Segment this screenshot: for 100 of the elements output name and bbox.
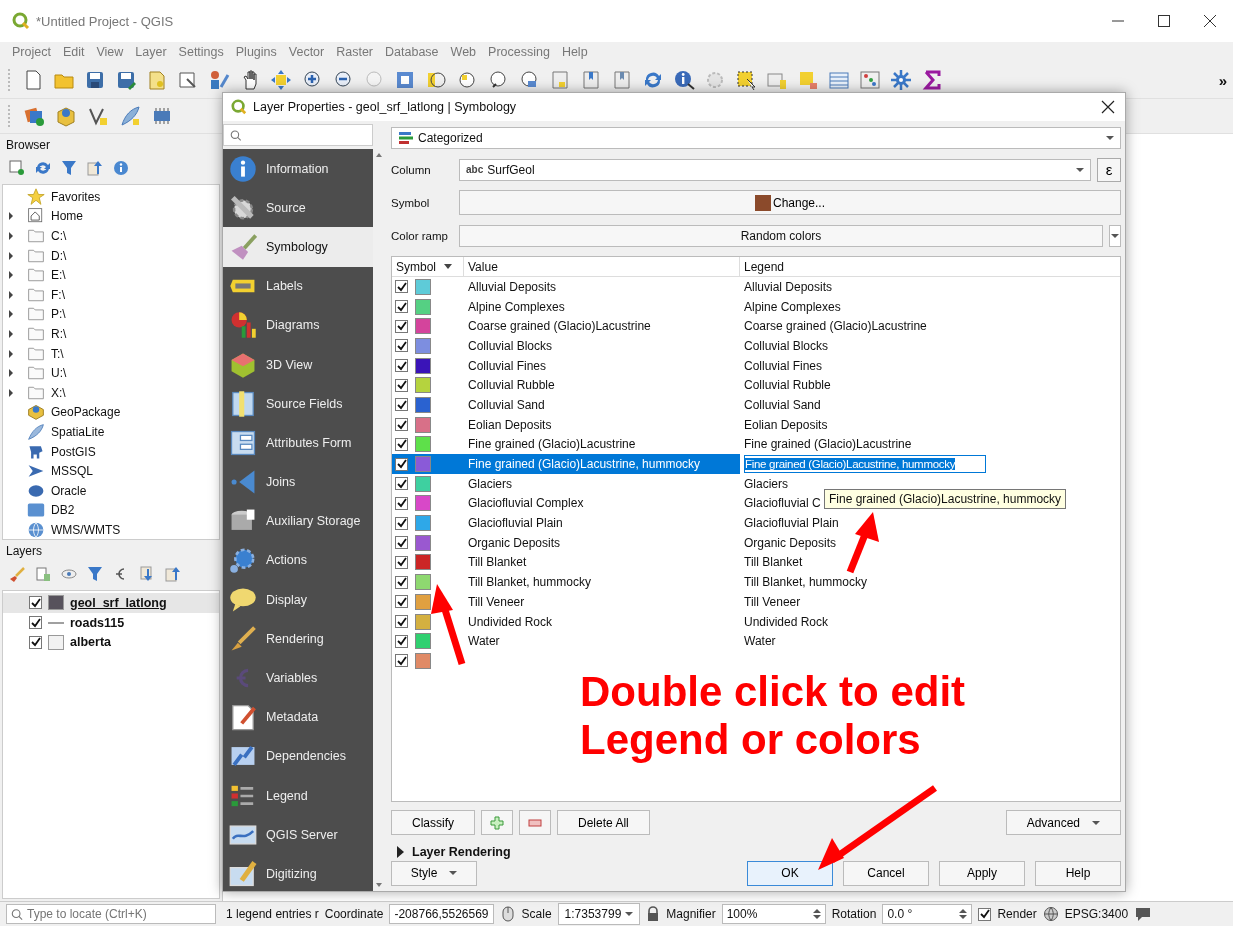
zoom-selection-icon[interactable] bbox=[456, 69, 478, 91]
zoom-full-icon[interactable] bbox=[394, 69, 416, 91]
category-checkbox[interactable] bbox=[395, 496, 408, 510]
coordinate-field[interactable]: -208766,5526569 bbox=[389, 904, 494, 924]
toolbar-overflow-button[interactable]: » bbox=[1218, 71, 1227, 89]
style-button[interactable]: Style bbox=[391, 860, 477, 886]
sidebar-item[interactable]: Diagrams bbox=[223, 305, 373, 345]
sidebar-item[interactable]: Labels bbox=[223, 266, 373, 306]
sidebar-item[interactable]: Attributes Form bbox=[223, 423, 373, 463]
refresh-icon[interactable] bbox=[34, 159, 52, 177]
symbol-change-button[interactable]: Change... bbox=[459, 190, 1121, 215]
expand-arrow-icon[interactable] bbox=[9, 271, 13, 280]
browser-item[interactable]: GeoPackage bbox=[51, 405, 121, 420]
expand-arrow-icon[interactable] bbox=[9, 369, 13, 378]
category-checkbox[interactable] bbox=[395, 615, 408, 629]
symbol-swatch[interactable] bbox=[415, 633, 431, 650]
symbol-swatch[interactable] bbox=[415, 416, 431, 433]
symbol-swatch[interactable] bbox=[415, 534, 431, 551]
browser-item[interactable]: Oracle bbox=[51, 483, 87, 498]
sidebar-item[interactable]: Legend bbox=[223, 776, 373, 816]
filter-icon[interactable] bbox=[86, 565, 104, 583]
category-checkbox[interactable] bbox=[395, 555, 408, 569]
browser-item[interactable]: P:\ bbox=[51, 307, 66, 322]
legend-input-field[interactable]: Fine grained (Glacio)Lacustrine, hummocky bbox=[744, 455, 987, 474]
expand-arrow-icon[interactable] bbox=[9, 290, 13, 299]
identify-icon[interactable] bbox=[673, 69, 695, 91]
category-checkbox[interactable] bbox=[395, 280, 408, 294]
symbol-swatch[interactable] bbox=[415, 593, 431, 610]
save-as-icon[interactable] bbox=[115, 69, 137, 91]
symbol-swatch[interactable] bbox=[415, 613, 431, 630]
browser-item[interactable]: F:\ bbox=[51, 287, 65, 302]
sidebar-item[interactable]: Display bbox=[223, 580, 373, 620]
category-checkbox[interactable] bbox=[395, 437, 408, 451]
locate-search-field[interactable]: Type to locate (Ctrl+K) bbox=[6, 904, 216, 924]
browser-item[interactable]: Home bbox=[51, 209, 83, 224]
sidebar-item[interactable]: Information bbox=[223, 149, 373, 189]
symbol-swatch[interactable] bbox=[415, 436, 431, 453]
remove-category-button[interactable] bbox=[519, 810, 551, 835]
menu-item[interactable]: Plugins bbox=[235, 45, 277, 59]
info-icon[interactable] bbox=[112, 159, 130, 177]
browser-item[interactable]: E:\ bbox=[51, 268, 66, 283]
category-checkbox[interactable] bbox=[395, 457, 408, 471]
chip-icon[interactable] bbox=[151, 105, 173, 127]
dialog-button[interactable]: OK bbox=[747, 860, 833, 886]
globe-icon[interactable] bbox=[1042, 906, 1059, 922]
attribute-table-icon[interactable] bbox=[828, 69, 850, 91]
message-icon[interactable] bbox=[1134, 906, 1153, 922]
symbol-swatch[interactable] bbox=[415, 318, 431, 335]
browser-item[interactable]: PostGIS bbox=[51, 444, 96, 459]
layers-add-icon[interactable] bbox=[23, 105, 45, 127]
menu-item[interactable]: Raster bbox=[336, 45, 374, 59]
expand-arrow-icon[interactable] bbox=[9, 329, 13, 338]
category-checkbox[interactable] bbox=[395, 575, 408, 589]
renderer-combobox[interactable]: Categorized bbox=[391, 127, 1121, 149]
sidebar-item[interactable]: Symbology bbox=[223, 227, 373, 267]
crs-button[interactable]: EPSG:3400 bbox=[1064, 907, 1129, 921]
category-checkbox[interactable] bbox=[395, 398, 408, 412]
sidebar-item[interactable]: Source Fields bbox=[223, 384, 373, 424]
menu-item[interactable]: Project bbox=[12, 45, 51, 59]
layer-checkbox[interactable] bbox=[29, 635, 42, 649]
mouse-icon[interactable] bbox=[499, 905, 516, 923]
category-checkbox[interactable] bbox=[395, 359, 408, 373]
browser-item[interactable]: X:\ bbox=[51, 385, 66, 400]
symbol-swatch[interactable] bbox=[415, 278, 431, 295]
square-icon[interactable] bbox=[797, 69, 819, 91]
category-checkbox[interactable] bbox=[395, 654, 408, 668]
category-checkbox[interactable] bbox=[395, 536, 408, 550]
dropdown-button[interactable] bbox=[1109, 224, 1121, 247]
settings-icon[interactable] bbox=[890, 69, 912, 91]
dialog-button[interactable]: Cancel bbox=[843, 860, 929, 886]
sidebar-item[interactable]: QGIS Server bbox=[223, 815, 373, 855]
sidebar-item[interactable]: Variables bbox=[223, 658, 373, 698]
rotation-spinbox[interactable]: 0.0 ° bbox=[882, 904, 973, 924]
symbol-swatch[interactable] bbox=[415, 298, 431, 315]
symbol-swatch[interactable] bbox=[415, 396, 431, 413]
layer-row[interactable]: alberta bbox=[3, 632, 219, 653]
symbol-swatch[interactable] bbox=[415, 337, 431, 354]
classify-button[interactable]: Classify bbox=[391, 810, 475, 835]
symbol-swatch[interactable] bbox=[415, 357, 431, 374]
delete-all-button[interactable]: Delete All bbox=[557, 810, 650, 835]
sigma-icon[interactable] bbox=[921, 69, 943, 91]
column-header[interactable]: Legend bbox=[740, 257, 1120, 276]
sidebar-item[interactable]: Rendering bbox=[223, 619, 373, 659]
browser-item[interactable]: R:\ bbox=[51, 326, 67, 341]
color-ramp-combobox[interactable]: Random colors bbox=[459, 224, 1103, 247]
abacus-icon[interactable] bbox=[859, 69, 881, 91]
scale-combobox[interactable]: 1:7353799 bbox=[557, 903, 641, 925]
filter-icon[interactable] bbox=[60, 159, 78, 177]
sidebar-item[interactable]: Source bbox=[223, 188, 373, 228]
search-field[interactable] bbox=[223, 124, 373, 146]
save-icon[interactable] bbox=[84, 69, 106, 91]
symbol-swatch[interactable] bbox=[415, 574, 431, 591]
category-checkbox[interactable] bbox=[395, 300, 408, 314]
expand-arrow-icon[interactable] bbox=[9, 251, 13, 260]
layer-row[interactable]: roads115 bbox=[3, 612, 219, 633]
symbol-swatch[interactable] bbox=[415, 652, 431, 669]
browser-item[interactable]: SpatiaLite bbox=[51, 424, 105, 439]
browser-item[interactable]: Favorites bbox=[51, 189, 101, 204]
category-checkbox[interactable] bbox=[395, 378, 408, 392]
menu-item[interactable]: View bbox=[96, 45, 124, 59]
